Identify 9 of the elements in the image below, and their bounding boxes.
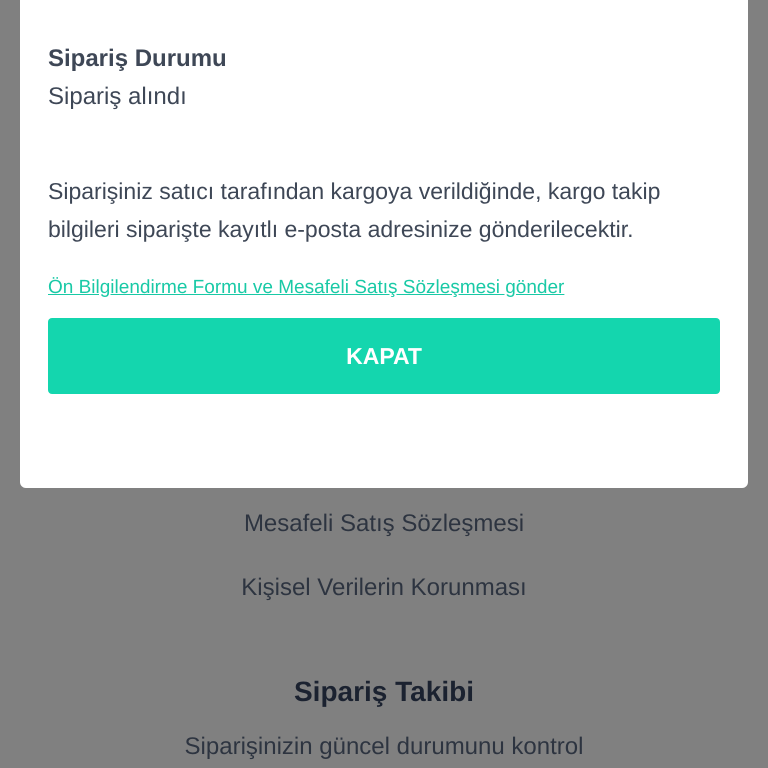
section-heading: Sipariş Takibi bbox=[294, 675, 474, 709]
send-forms-link[interactable]: Ön Bilgilendirme Formu ve Mesafeli Satış Sözleşmesi gönder bbox=[48, 274, 564, 302]
status-value: Sipariş alındı bbox=[48, 82, 188, 112]
footer-link[interactable]: Mesafeli Satış Sözleşmesi bbox=[244, 504, 524, 544]
close-button[interactable]: KAPAT bbox=[48, 318, 720, 394]
section-text: Siparişinizin güncel durumunu kontrol bbox=[184, 732, 584, 762]
footer-link[interactable]: Kişisel Verilerin Korunması bbox=[241, 568, 527, 608]
info-message: Siparişiniz satıcı tarafından kargoya verildiğinde, kargo takip bilgileri siparişte kayıtlı e-posta adresinize gönderilecektir. bbox=[48, 177, 662, 244]
status-label: Sipariş Durumu bbox=[48, 44, 228, 74]
